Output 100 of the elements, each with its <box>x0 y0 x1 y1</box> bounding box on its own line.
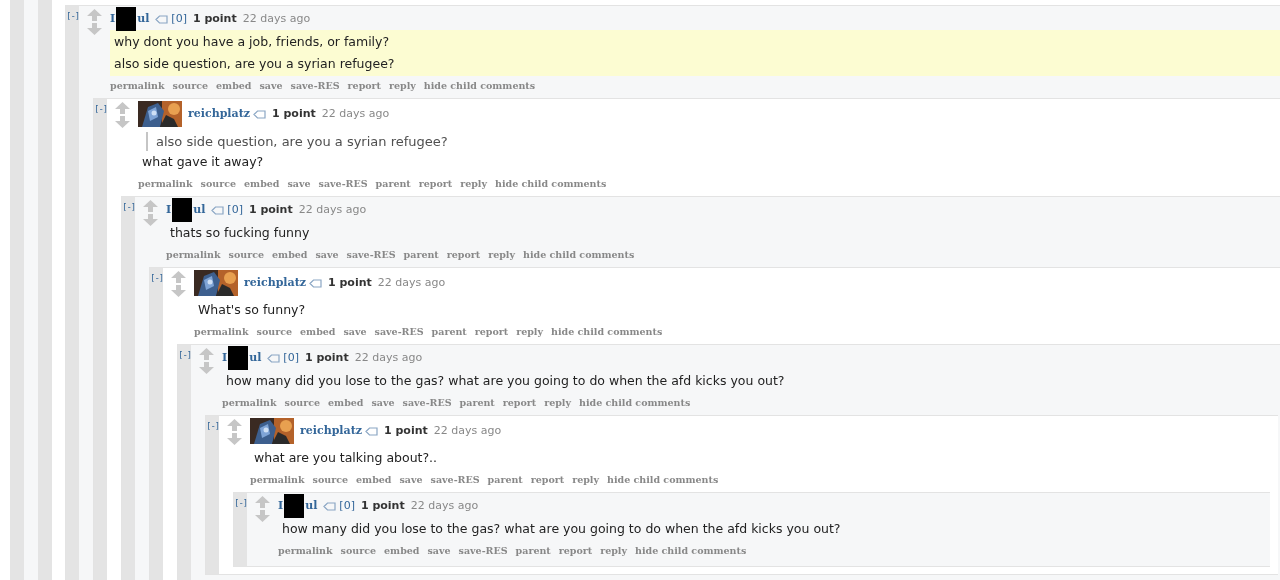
score-text: 1 point <box>328 274 372 291</box>
tag-icon[interactable] <box>155 14 169 24</box>
timestamp: 22 days ago <box>242 10 311 27</box>
action-link[interactable]: source <box>228 247 265 263</box>
upvote-button[interactable] <box>227 419 242 431</box>
downvote-button[interactable] <box>171 285 186 297</box>
tag-icon[interactable] <box>365 426 378 436</box>
tag-icon[interactable] <box>253 109 266 119</box>
username-link[interactable]: reichplatz <box>244 274 306 292</box>
username-link[interactable]: reichplatz <box>188 105 250 123</box>
action-link[interactable]: save <box>427 543 451 559</box>
action-link[interactable]: embed <box>216 78 252 94</box>
action-link[interactable]: save <box>343 324 367 340</box>
action-link[interactable]: source <box>312 472 349 488</box>
action-link[interactable]: parent <box>459 395 495 411</box>
upvote-button[interactable] <box>171 271 186 283</box>
action-link[interactable]: save-RES <box>346 247 396 263</box>
downvote-button[interactable] <box>87 23 102 35</box>
action-link[interactable]: parent <box>375 176 411 192</box>
action-link[interactable]: reply <box>544 395 571 411</box>
action-link[interactable]: save-RES <box>402 395 452 411</box>
upvote-button[interactable] <box>143 200 158 212</box>
action-link[interactable]: permalink <box>222 395 277 411</box>
action-link[interactable]: source <box>284 395 321 411</box>
action-link[interactable]: source <box>172 78 209 94</box>
collapse-toggle[interactable]: [-] <box>94 104 108 114</box>
action-link[interactable]: report <box>530 472 565 488</box>
upvote-button[interactable] <box>255 496 270 508</box>
action-link[interactable]: parent <box>487 472 523 488</box>
action-link[interactable]: hide child comments <box>523 247 635 263</box>
action-link[interactable]: hide child comments <box>579 395 691 411</box>
action-link[interactable]: permalink <box>110 78 165 94</box>
action-link[interactable]: save-RES <box>458 543 508 559</box>
tag-icon[interactable] <box>211 205 225 215</box>
action-link[interactable]: report <box>446 247 481 263</box>
downvote-button[interactable] <box>143 214 158 226</box>
action-link[interactable]: hide child comments <box>635 543 747 559</box>
action-link[interactable]: save <box>259 78 283 94</box>
collapse-toggle[interactable]: [-] <box>150 273 164 283</box>
action-link[interactable]: embed <box>244 176 280 192</box>
action-link[interactable]: report <box>502 395 537 411</box>
action-link[interactable]: embed <box>272 247 308 263</box>
action-link[interactable]: save <box>287 176 311 192</box>
collapse-toggle[interactable]: [-] <box>66 11 80 21</box>
username-link[interactable]: I ul <box>110 7 150 31</box>
action-link[interactable]: embed <box>328 395 364 411</box>
action-link[interactable]: hide child comments <box>495 176 607 192</box>
tag-icon[interactable] <box>323 501 337 511</box>
action-link[interactable]: save <box>399 472 423 488</box>
action-link[interactable]: parent <box>403 247 439 263</box>
collapse-toggle[interactable]: [-] <box>178 350 192 360</box>
action-link[interactable]: permalink <box>166 247 221 263</box>
action-link[interactable]: reply <box>460 176 487 192</box>
username-link[interactable]: reichplatz <box>300 422 362 440</box>
username-link[interactable]: I ul <box>166 198 206 222</box>
downvote-button[interactable] <box>115 116 130 128</box>
action-link[interactable]: reply <box>516 324 543 340</box>
action-link[interactable]: hide child comments <box>551 324 663 340</box>
action-link[interactable]: save-RES <box>430 472 480 488</box>
comment-text: also side question, are you a syrian refugee? <box>114 55 396 73</box>
action-link[interactable]: save-RES <box>374 324 424 340</box>
action-link[interactable]: save-RES <box>290 78 340 94</box>
collapse-toggle[interactable]: [-] <box>234 498 248 508</box>
upvote-button[interactable] <box>87 9 102 21</box>
action-link[interactable]: save <box>371 395 395 411</box>
action-link[interactable]: report <box>347 78 381 94</box>
collapse-toggle[interactable]: [-] <box>122 202 136 212</box>
action-link[interactable]: embed <box>300 324 336 340</box>
upvote-button[interactable] <box>199 348 214 360</box>
action-link[interactable]: hide child comments <box>607 472 719 488</box>
upvote-button[interactable] <box>115 102 130 114</box>
action-link[interactable]: report <box>418 176 453 192</box>
action-link[interactable]: reply <box>600 543 627 559</box>
tag-icon[interactable] <box>309 278 322 288</box>
downvote-button[interactable] <box>255 510 270 522</box>
action-link[interactable]: reply <box>389 78 416 94</box>
downvote-button[interactable] <box>199 362 214 374</box>
action-link[interactable]: hide child comments <box>423 78 536 94</box>
action-link[interactable]: parent <box>431 324 467 340</box>
tag-icon[interactable] <box>267 353 281 363</box>
action-link[interactable]: embed <box>384 543 420 559</box>
collapse-toggle[interactable]: [-] <box>206 421 220 431</box>
action-link[interactable]: report <box>474 324 509 340</box>
action-link[interactable]: permalink <box>194 324 249 340</box>
username-link[interactable]: I ul <box>278 494 318 518</box>
action-link[interactable]: permalink <box>250 472 305 488</box>
action-link[interactable]: source <box>256 324 293 340</box>
username-link[interactable]: I ul <box>222 346 262 370</box>
action-link[interactable]: save <box>315 247 339 263</box>
action-link[interactable]: reply <box>572 472 599 488</box>
action-link[interactable]: parent <box>515 543 551 559</box>
downvote-button[interactable] <box>227 433 242 445</box>
action-link[interactable]: permalink <box>278 543 333 559</box>
action-link[interactable]: embed <box>356 472 392 488</box>
action-link[interactable]: source <box>200 176 237 192</box>
action-link[interactable]: save-RES <box>318 176 368 192</box>
action-link[interactable]: source <box>340 543 377 559</box>
action-link[interactable]: reply <box>488 247 515 263</box>
action-link[interactable]: report <box>558 543 593 559</box>
action-link[interactable]: permalink <box>138 176 193 192</box>
